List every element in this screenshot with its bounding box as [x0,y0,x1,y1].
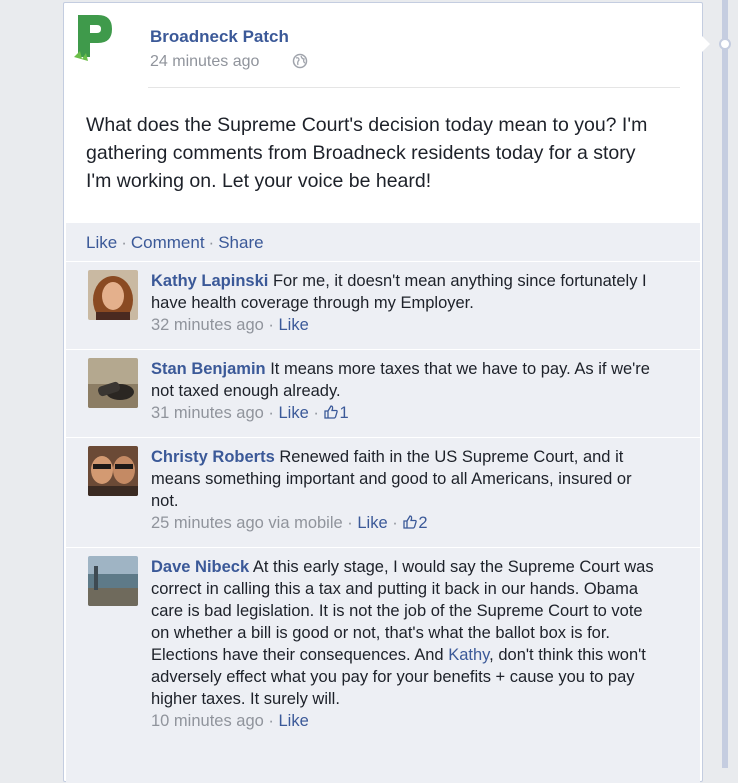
comment-like-count[interactable]: 2 [402,514,428,532]
comment-like-link[interactable]: Like [357,514,387,532]
comment-body: Kathy Lapinski For me, it doesn't mean a… [151,270,661,336]
avatar[interactable] [88,446,138,496]
avatar[interactable] [88,556,138,606]
page-name-link[interactable]: Broadneck Patch [150,27,289,47]
comment-body: Dave Nibeck At this early stage, I would… [151,556,661,732]
comment-item: Stan Benjamin It means more taxes that w… [66,349,700,437]
post-actions: Like · Comment · Share [86,233,264,253]
action-separator: · [208,233,215,252]
post-text: What does the Supreme Court's decision t… [86,114,648,192]
card-pointer [702,36,710,52]
globe-icon[interactable] [292,53,308,69]
header-divider [148,87,680,88]
comment-meta: 25 minutes ago via mobile · Like · 2 [151,514,428,532]
comment-author[interactable]: Kathy Lapinski [151,272,268,290]
like-count-value: 2 [418,514,428,532]
timeline-line [722,0,728,768]
comment-body: Christy Roberts Renewed faith in the US … [151,446,661,534]
comment-author[interactable]: Dave Nibeck [151,558,249,576]
comment-meta: 32 minutes ago · Like [151,316,309,334]
comment-like-link[interactable]: Like [279,316,309,334]
post-timestamp[interactable]: 24 minutes ago [150,53,259,71]
avatar[interactable] [88,358,138,408]
share-link[interactable]: Share [218,233,263,252]
comment-like-link[interactable]: Like [279,404,309,422]
avatar[interactable] [88,270,138,320]
patch-p-logo-icon[interactable] [72,9,116,63]
like-count-value: 1 [339,404,349,422]
comment-meta: 10 minutes ago · Like [151,712,309,730]
action-separator: · [121,233,127,252]
comment-time[interactable]: 32 minutes ago [151,316,264,334]
comment-item: Kathy Lapinski For me, it doesn't mean a… [66,261,700,349]
comment-author[interactable]: Stan Benjamin [151,360,266,378]
comment-like-count[interactable]: 1 [323,404,349,422]
thumbs-up-icon [403,515,418,529]
comment-link[interactable]: Comment [131,233,205,252]
comment-time[interactable]: 25 minutes ago via mobile [151,514,343,532]
comment-item: Christy Roberts Renewed faith in the US … [66,437,700,547]
comment-author[interactable]: Christy Roberts [151,448,275,466]
comment-time[interactable]: 10 minutes ago [151,712,264,730]
comment-meta: 31 minutes ago · Like · 1 [151,404,349,422]
comment-body: Stan Benjamin It means more taxes that w… [151,358,661,424]
post-card: Broadneck Patch 24 minutes ago What does… [63,2,703,783]
thumbs-up-icon [324,405,339,419]
like-link[interactable]: Like [86,233,117,252]
comment-time[interactable]: 31 minutes ago [151,404,264,422]
mention-link[interactable]: Kathy [448,646,489,664]
comment-item: Dave Nibeck At this early stage, I would… [66,547,700,777]
timeline-dot [719,38,731,50]
comment-like-link[interactable]: Like [279,712,309,730]
